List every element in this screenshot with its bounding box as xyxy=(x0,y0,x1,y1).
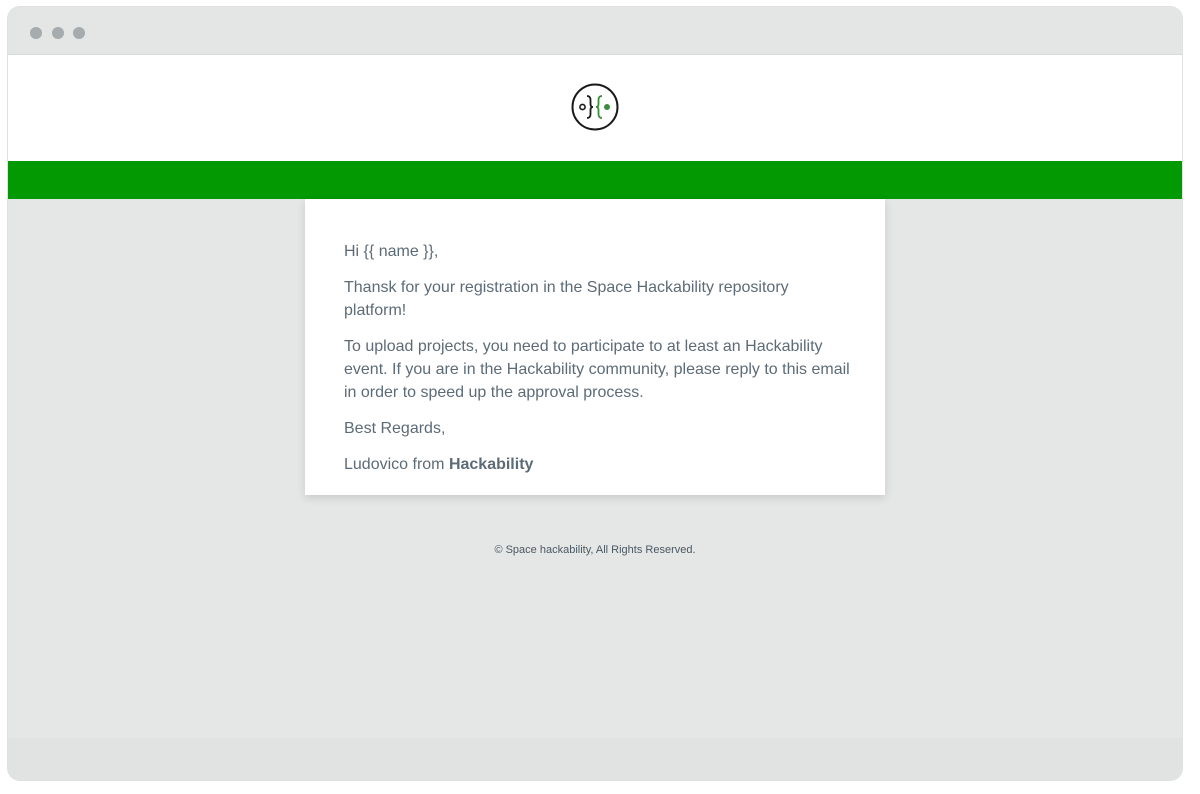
window-minimize-dot[interactable] xyxy=(52,27,64,39)
closing-text: Best Regards, xyxy=(344,420,446,437)
greeting-text: Hi {{ name }}, xyxy=(344,243,439,260)
browser-window: Hi {{ name }}, Thansk for your registrat… xyxy=(8,7,1182,780)
registration-text: Thansk for your registration in the Spac… xyxy=(344,279,789,319)
email-body: Hi {{ name }}, Thansk for your registrat… xyxy=(344,240,854,489)
signature: Ludovico from Hackability xyxy=(344,453,854,476)
footer-copyright: © Space hackability, All Rights Reserved… xyxy=(494,544,696,556)
window-close-dot[interactable] xyxy=(30,27,42,39)
brand-band xyxy=(8,161,1182,199)
hackability-logo-icon xyxy=(571,83,619,131)
signature-org: Hackability xyxy=(448,456,534,473)
window-maximize-dot[interactable] xyxy=(73,27,85,39)
email-header xyxy=(8,55,1182,161)
bottom-strip xyxy=(8,738,1182,780)
email-card: Hi {{ name }}, Thansk for your registrat… xyxy=(305,199,885,495)
signature-prefix: Ludovico from xyxy=(344,456,449,473)
window-titlebar xyxy=(8,7,1182,55)
upload-instructions-text: To upload projects, you need to particip… xyxy=(344,338,850,401)
